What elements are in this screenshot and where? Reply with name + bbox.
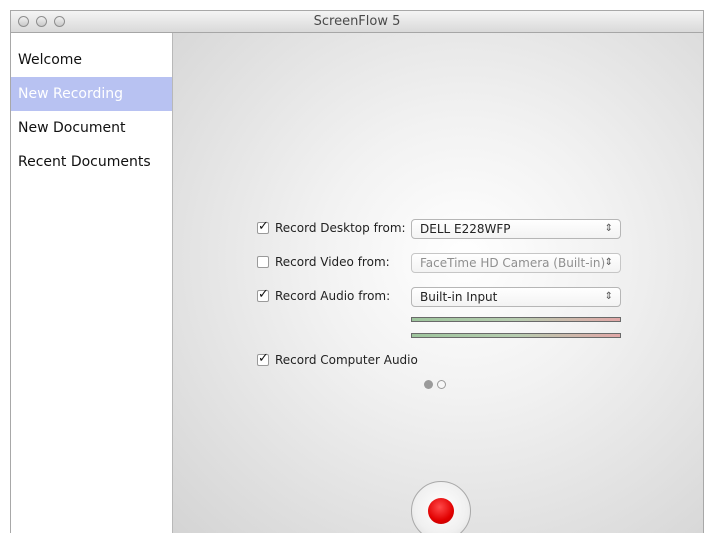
updown-chevron-icon: ⇕: [604, 291, 613, 302]
sidebar-item-new-recording[interactable]: New Recording: [11, 77, 172, 111]
record-audio-checkbox[interactable]: [257, 287, 269, 302]
record-desktop-checkbox[interactable]: [257, 219, 269, 234]
window-title: ScreenFlow 5: [313, 14, 401, 29]
record-desktop-label: Record Desktop from:: [275, 221, 406, 235]
sidebar-item-new-document[interactable]: New Document: [11, 111, 172, 145]
updown-chevron-icon: ⇕: [604, 257, 613, 268]
record-video-checkbox[interactable]: [257, 256, 269, 268]
audio-level-meter-left: [411, 317, 621, 322]
desktop-source-value: DELL E228WFP: [420, 222, 511, 236]
recording-panel: Record Desktop from: DELL E228WFP ⇕ Reco…: [173, 33, 703, 533]
title-bar: ScreenFlow 5: [11, 11, 703, 33]
audio-source-select[interactable]: Built-in Input ⇕: [411, 287, 621, 307]
record-video-label: Record Video from:: [275, 255, 390, 269]
app-window: ScreenFlow 5 Welcome New Recording New D…: [10, 10, 704, 533]
audio-source-value: Built-in Input: [420, 290, 498, 304]
record-icon: [428, 498, 454, 524]
record-audio-label: Record Audio from:: [275, 289, 391, 303]
video-source-select[interactable]: FaceTime HD Camera (Built-in) ⇕: [411, 253, 621, 273]
audio-level-meter-right: [411, 333, 621, 338]
sidebar-item-welcome[interactable]: Welcome: [11, 43, 172, 77]
sidebar-item-recent-documents[interactable]: Recent Documents: [11, 145, 172, 179]
page-dot-inactive[interactable]: [437, 380, 446, 389]
record-button[interactable]: [411, 481, 471, 533]
video-source-value: FaceTime HD Camera (Built-in): [420, 256, 606, 270]
record-computer-audio-label: Record Computer Audio: [275, 353, 418, 367]
desktop-source-select[interactable]: DELL E228WFP ⇕: [411, 219, 621, 239]
updown-chevron-icon: ⇕: [604, 223, 613, 234]
record-computer-audio-checkbox[interactable]: [257, 351, 269, 366]
page-dot-active[interactable]: [424, 380, 433, 389]
sidebar: Welcome New Recording New Document Recen…: [11, 33, 173, 533]
